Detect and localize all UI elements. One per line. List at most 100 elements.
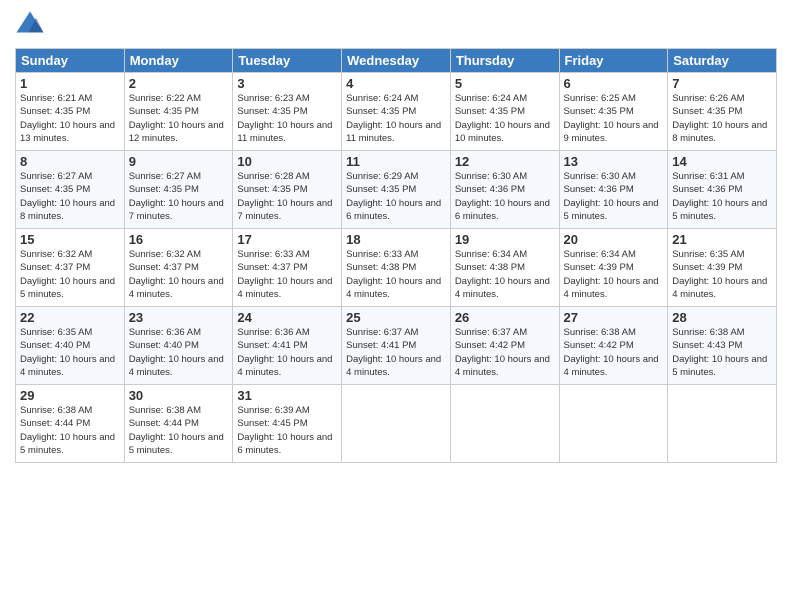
logo-icon [15,10,45,40]
calendar-cell: 30 Sunrise: 6:38 AMSunset: 4:44 PMDayligh… [124,385,233,463]
calendar-week-row: 15 Sunrise: 6:32 AMSunset: 4:37 PMDayligh… [16,229,777,307]
day-number: 9 [129,154,229,169]
day-number: 11 [346,154,446,169]
day-info: Sunrise: 6:37 AMSunset: 4:41 PMDaylight:… [346,327,441,378]
calendar-week-row: 8Sunrise: 6:27 AMSunset: 4:35 PMDaylight… [16,151,777,229]
day-number: 23 [129,310,229,325]
day-number: 15 [20,232,120,247]
header-day-monday: Monday [124,49,233,73]
calendar-cell: 12Sunrise: 6:30 AMSunset: 4:36 PMDayligh… [450,151,559,229]
day-info: Sunrise: 6:26 AMSunset: 4:35 PMDaylight:… [672,93,767,144]
day-number: 20 [564,232,664,247]
day-info: Sunrise: 6:36 AMSunset: 4:41 PMDaylight:… [237,327,332,378]
day-number: 13 [564,154,664,169]
day-info: Sunrise: 6:27 AMSunset: 4:35 PMDaylight:… [129,171,224,222]
calendar-cell: 31 Sunrise: 6:39 AMSunset: 4:45 PMDayligh… [233,385,342,463]
calendar-cell: 24 Sunrise: 6:36 AMSunset: 4:41 PMDayligh… [233,307,342,385]
day-info: Sunrise: 6:37 AMSunset: 4:42 PMDaylight:… [455,327,550,378]
header [15,10,777,40]
day-info: Sunrise: 6:33 AMSunset: 4:37 PMDaylight:… [237,249,332,300]
day-number: 22 [20,310,120,325]
calendar-cell: 23Sunrise: 6:36 AMSunset: 4:40 PMDayligh… [124,307,233,385]
day-info: Sunrise: 6:25 AMSunset: 4:35 PMDaylight:… [564,93,659,144]
day-number: 19 [455,232,555,247]
day-number: 21 [672,232,772,247]
calendar-cell: 4 Sunrise: 6:24 AMSunset: 4:35 PMDaylight… [342,73,451,151]
day-info: Sunrise: 6:38 AMSunset: 4:44 PMDaylight:… [20,405,115,456]
header-day-saturday: Saturday [668,49,777,73]
calendar-cell: 7 Sunrise: 6:26 AMSunset: 4:35 PMDaylight… [668,73,777,151]
calendar-cell: 1 Sunrise: 6:21 AMSunset: 4:35 PMDaylight… [16,73,125,151]
day-info: Sunrise: 6:21 AMSunset: 4:35 PMDaylight:… [20,93,115,144]
calendar-cell: 21 Sunrise: 6:35 AMSunset: 4:39 PMDayligh… [668,229,777,307]
header-day-tuesday: Tuesday [233,49,342,73]
day-number: 6 [564,76,664,91]
day-info: Sunrise: 6:32 AMSunset: 4:37 PMDaylight:… [20,249,115,300]
day-info: Sunrise: 6:22 AMSunset: 4:35 PMDaylight:… [129,93,224,144]
calendar-cell: 3 Sunrise: 6:23 AMSunset: 4:35 PMDaylight… [233,73,342,151]
day-number: 10 [237,154,337,169]
day-info: Sunrise: 6:35 AMSunset: 4:40 PMDaylight:… [20,327,115,378]
calendar-cell: 19 Sunrise: 6:34 AMSunset: 4:38 PMDayligh… [450,229,559,307]
day-info: Sunrise: 6:24 AMSunset: 4:35 PMDaylight:… [455,93,550,144]
header-day-friday: Friday [559,49,668,73]
calendar-week-row: 29 Sunrise: 6:38 AMSunset: 4:44 PMDayligh… [16,385,777,463]
calendar-cell [450,385,559,463]
day-info: Sunrise: 6:38 AMSunset: 4:44 PMDaylight:… [129,405,224,456]
day-number: 27 [564,310,664,325]
calendar-cell: 9 Sunrise: 6:27 AMSunset: 4:35 PMDaylight… [124,151,233,229]
day-number: 2 [129,76,229,91]
day-info: Sunrise: 6:27 AMSunset: 4:35 PMDaylight:… [20,171,115,222]
day-info: Sunrise: 6:29 AMSunset: 4:35 PMDaylight:… [346,171,441,222]
day-info: Sunrise: 6:24 AMSunset: 4:35 PMDaylight:… [346,93,441,144]
day-number: 30 [129,388,229,403]
day-number: 18 [346,232,446,247]
calendar-cell: 11 Sunrise: 6:29 AMSunset: 4:35 PMDayligh… [342,151,451,229]
day-info: Sunrise: 6:38 AMSunset: 4:42 PMDaylight:… [564,327,659,378]
day-info: Sunrise: 6:39 AMSunset: 4:45 PMDaylight:… [237,405,332,456]
calendar-cell: 29 Sunrise: 6:38 AMSunset: 4:44 PMDayligh… [16,385,125,463]
day-number: 12 [455,154,555,169]
day-number: 7 [672,76,772,91]
calendar-week-row: 22 Sunrise: 6:35 AMSunset: 4:40 PMDayligh… [16,307,777,385]
calendar-cell: 6 Sunrise: 6:25 AMSunset: 4:35 PMDaylight… [559,73,668,151]
calendar-week-row: 1 Sunrise: 6:21 AMSunset: 4:35 PMDaylight… [16,73,777,151]
calendar-cell: 28Sunrise: 6:38 AMSunset: 4:43 PMDayligh… [668,307,777,385]
day-info: Sunrise: 6:28 AMSunset: 4:35 PMDaylight:… [237,171,332,222]
calendar-cell: 26 Sunrise: 6:37 AMSunset: 4:42 PMDayligh… [450,307,559,385]
day-number: 3 [237,76,337,91]
calendar-table: SundayMondayTuesdayWednesdayThursdayFrid… [15,48,777,463]
calendar-cell: 8Sunrise: 6:27 AMSunset: 4:35 PMDaylight… [16,151,125,229]
day-number: 26 [455,310,555,325]
header-day-sunday: Sunday [16,49,125,73]
day-number: 31 [237,388,337,403]
day-number: 17 [237,232,337,247]
day-number: 4 [346,76,446,91]
header-day-wednesday: Wednesday [342,49,451,73]
day-number: 29 [20,388,120,403]
day-number: 1 [20,76,120,91]
page: SundayMondayTuesdayWednesdayThursdayFrid… [0,0,792,612]
logo [15,10,49,40]
calendar-cell: 2 Sunrise: 6:22 AMSunset: 4:35 PMDaylight… [124,73,233,151]
calendar-cell: 13 Sunrise: 6:30 AMSunset: 4:36 PMDayligh… [559,151,668,229]
day-number: 28 [672,310,772,325]
calendar-cell: 15 Sunrise: 6:32 AMSunset: 4:37 PMDayligh… [16,229,125,307]
calendar-cell: 20Sunrise: 6:34 AMSunset: 4:39 PMDayligh… [559,229,668,307]
day-info: Sunrise: 6:30 AMSunset: 4:36 PMDaylight:… [564,171,659,222]
calendar-cell: 14Sunrise: 6:31 AMSunset: 4:36 PMDayligh… [668,151,777,229]
calendar-cell: 10 Sunrise: 6:28 AMSunset: 4:35 PMDayligh… [233,151,342,229]
calendar-cell: 25Sunrise: 6:37 AMSunset: 4:41 PMDayligh… [342,307,451,385]
day-info: Sunrise: 6:35 AMSunset: 4:39 PMDaylight:… [672,249,767,300]
day-info: Sunrise: 6:34 AMSunset: 4:38 PMDaylight:… [455,249,550,300]
day-info: Sunrise: 6:23 AMSunset: 4:35 PMDaylight:… [237,93,332,144]
day-info: Sunrise: 6:31 AMSunset: 4:36 PMDaylight:… [672,171,767,222]
day-number: 24 [237,310,337,325]
calendar-cell [342,385,451,463]
calendar-cell: 5 Sunrise: 6:24 AMSunset: 4:35 PMDaylight… [450,73,559,151]
header-day-thursday: Thursday [450,49,559,73]
calendar-cell: 27 Sunrise: 6:38 AMSunset: 4:42 PMDayligh… [559,307,668,385]
calendar-cell [559,385,668,463]
calendar-cell: 22 Sunrise: 6:35 AMSunset: 4:40 PMDayligh… [16,307,125,385]
day-number: 5 [455,76,555,91]
